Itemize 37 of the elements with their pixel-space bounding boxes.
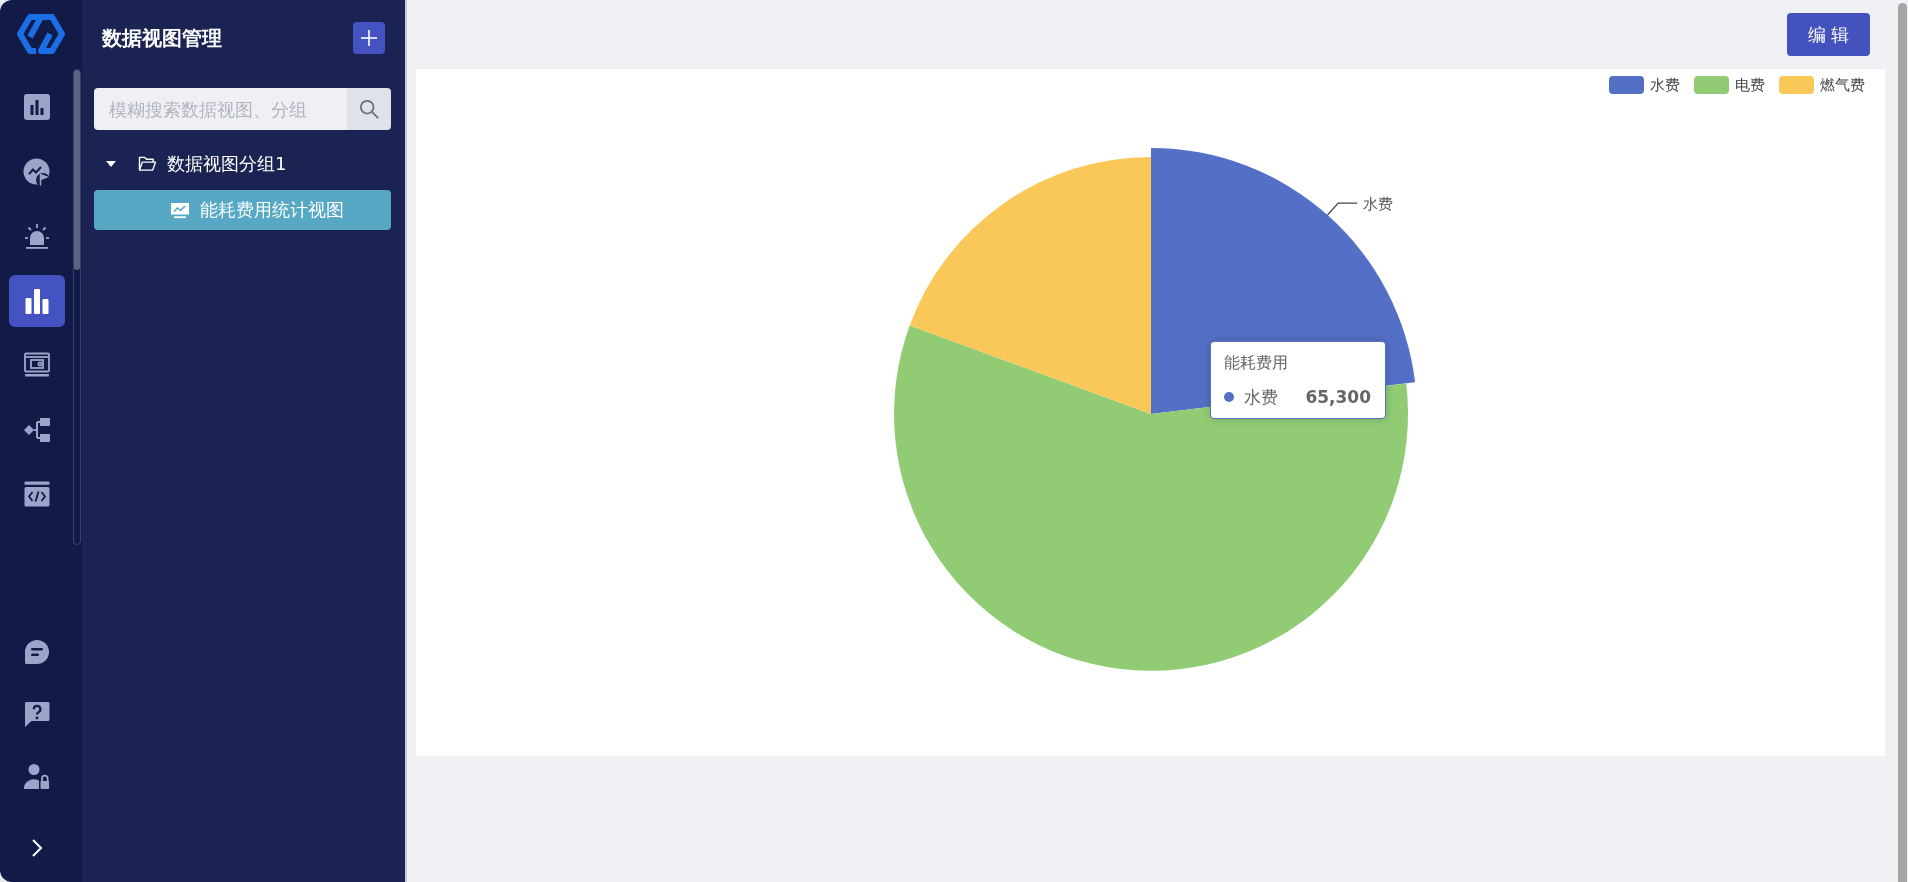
legend-label[interactable]: 电费 [1735, 75, 1765, 95]
pie-slice[interactable] [894, 325, 1408, 671]
legend-swatch-icon[interactable] [1609, 76, 1644, 94]
add-button[interactable] [353, 22, 385, 54]
legend-label[interactable]: 燃气费 [1820, 75, 1865, 95]
legend-swatch-icon[interactable] [1694, 76, 1729, 94]
nav-button[interactable] [9, 274, 65, 327]
legend-swatch-icon[interactable] [1779, 76, 1814, 94]
chart-monitor-icon [170, 201, 190, 219]
monitor-icon[interactable] [23, 351, 51, 379]
flowchart-icon[interactable] [23, 415, 51, 444]
scrollbar-thumb[interactable] [1898, 3, 1907, 882]
series-value: 65,300 [1305, 387, 1371, 407]
tree-item-label[interactable]: 数据视图分组1 [167, 152, 287, 176]
siren-icon[interactable] [23, 222, 51, 250]
search-button[interactable] [347, 88, 391, 130]
chevron-right-icon[interactable] [30, 838, 44, 858]
bar-chart-tile-icon[interactable] [23, 93, 51, 121]
search-icon [359, 99, 379, 119]
edit-button[interactable]: 编 辑 [1787, 13, 1870, 56]
legend-label[interactable]: 水费 [1650, 75, 1680, 95]
series-name: 水费 [1244, 385, 1278, 409]
trend-flag-circle-icon[interactable] [23, 157, 51, 186]
user-lock-icon[interactable] [23, 762, 51, 790]
leader-line [1326, 202, 1358, 216]
panel-title: 数据视图管理 [102, 24, 222, 52]
question-bubble-icon[interactable] [23, 700, 51, 728]
tooltip-title: 能耗费用 [1224, 352, 1289, 374]
plus-icon [360, 29, 378, 47]
caret-down-icon[interactable] [106, 159, 116, 169]
open-folder-icon [138, 156, 157, 172]
bar-chart-icon [23, 286, 51, 315]
slice-label: 水费 [1363, 194, 1394, 213]
search-field[interactable]: 模糊搜索数据视图、分组 [94, 88, 347, 130]
chat-bubble-icon[interactable] [23, 638, 51, 666]
scrollbar-thumb[interactable] [74, 70, 80, 270]
code-window-icon[interactable] [23, 480, 51, 508]
